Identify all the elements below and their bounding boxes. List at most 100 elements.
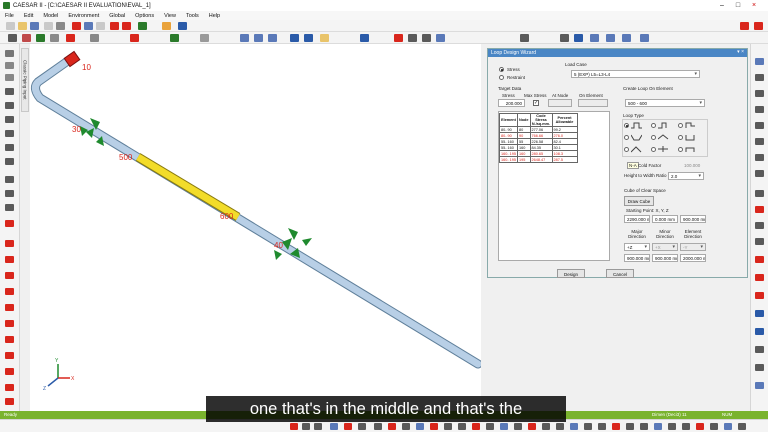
nozzle-flex-icon[interactable] bbox=[710, 423, 718, 430]
loop-type-radio-5[interactable] bbox=[651, 135, 656, 140]
show-displacements-icon[interactable] bbox=[755, 274, 764, 281]
cube-icon[interactable] bbox=[590, 34, 599, 42]
solid-view-icon[interactable] bbox=[640, 34, 649, 42]
maximize-button[interactable]: □ bbox=[730, 0, 746, 11]
grid-icon[interactable] bbox=[8, 34, 17, 42]
output-icon[interactable] bbox=[178, 22, 187, 30]
reset-view-icon[interactable] bbox=[360, 34, 369, 42]
valve-icon[interactable] bbox=[90, 34, 99, 42]
annotation-icon[interactable] bbox=[436, 34, 445, 42]
density-icon[interactable] bbox=[755, 170, 764, 177]
find-element-icon[interactable] bbox=[374, 423, 382, 430]
on-element-input[interactable] bbox=[578, 99, 608, 107]
show-wind-icon[interactable] bbox=[755, 328, 764, 335]
max-stress-checkbox[interactable]: ✓ bbox=[533, 100, 539, 106]
zoom-window-icon[interactable] bbox=[304, 34, 313, 42]
valve-flange-icon[interactable] bbox=[472, 423, 480, 430]
loop-type-radio-6[interactable] bbox=[678, 135, 683, 140]
previous-element-icon[interactable] bbox=[302, 423, 310, 430]
show-nozzles-icon[interactable] bbox=[755, 346, 764, 353]
distance-icon[interactable] bbox=[5, 88, 14, 95]
error-check-icon[interactable] bbox=[5, 220, 14, 227]
expansion-joint-db-icon[interactable] bbox=[486, 423, 494, 430]
major-dimension-input[interactable]: 900.000 mm bbox=[624, 254, 650, 262]
corrosion-icon[interactable] bbox=[755, 122, 764, 129]
menu-view[interactable]: View bbox=[159, 13, 181, 19]
wrc-icon[interactable] bbox=[570, 423, 578, 430]
flange-check-icon[interactable] bbox=[584, 423, 592, 430]
close-loop-icon[interactable] bbox=[402, 423, 410, 430]
start-x-input[interactable]: 2290.000 mm bbox=[624, 215, 650, 223]
b31g-icon[interactable] bbox=[598, 423, 606, 430]
text-icon[interactable] bbox=[422, 34, 431, 42]
delete-element-icon[interactable] bbox=[358, 423, 366, 430]
restraint-icon[interactable] bbox=[36, 34, 45, 42]
hanger-icon[interactable] bbox=[170, 34, 179, 42]
next-element-icon[interactable] bbox=[314, 423, 322, 430]
show-restraints-icon[interactable] bbox=[755, 206, 764, 213]
show-forces-icon[interactable] bbox=[755, 292, 764, 299]
element-icon[interactable] bbox=[22, 34, 31, 42]
spring-icon[interactable] bbox=[5, 352, 14, 359]
lengths-icon[interactable] bbox=[755, 74, 764, 81]
major-direction-select[interactable]: +Z bbox=[624, 243, 650, 251]
force-icon[interactable] bbox=[5, 288, 14, 295]
restraint-radio[interactable] bbox=[499, 75, 504, 80]
element-direction-select[interactable]: -Y bbox=[680, 243, 706, 251]
start-z-input[interactable]: 900.000 mm bbox=[680, 215, 706, 223]
report-icon[interactable] bbox=[5, 398, 14, 405]
uniform-load-icon[interactable] bbox=[5, 304, 14, 311]
range-icon[interactable] bbox=[5, 176, 14, 183]
break-icon[interactable] bbox=[5, 74, 14, 81]
copy-icon[interactable] bbox=[84, 22, 93, 30]
rotate-element-icon[interactable] bbox=[5, 144, 14, 151]
include-structure-icon[interactable] bbox=[500, 423, 508, 430]
menu-options[interactable]: Options bbox=[130, 13, 159, 19]
dialog-controls[interactable]: ▾ × bbox=[737, 49, 744, 55]
loop-type-radio-1[interactable] bbox=[624, 123, 629, 128]
load-case-icon[interactable] bbox=[5, 240, 14, 247]
convert-icon[interactable] bbox=[542, 423, 550, 430]
nema-icon[interactable] bbox=[738, 423, 746, 430]
new-file-icon[interactable] bbox=[6, 22, 15, 30]
side-tab-classic-input[interactable]: Classic Piping Input bbox=[21, 48, 29, 112]
api-icon[interactable] bbox=[724, 423, 732, 430]
redo-icon[interactable] bbox=[122, 22, 131, 30]
minimize-button[interactable]: – bbox=[714, 0, 730, 11]
temperature-icon[interactable] bbox=[755, 138, 764, 145]
view-front-icon[interactable] bbox=[240, 34, 249, 42]
turbine-icon[interactable] bbox=[626, 423, 634, 430]
node-icon[interactable] bbox=[5, 62, 14, 69]
batch-run-icon[interactable] bbox=[162, 22, 171, 30]
cursor-icon[interactable] bbox=[560, 34, 569, 42]
element-dimension-input[interactable]: 2000.000 mm bbox=[680, 254, 706, 262]
close-button[interactable]: × bbox=[746, 0, 762, 11]
show-uniform-loads-icon[interactable] bbox=[755, 310, 764, 317]
flange-icon[interactable] bbox=[200, 34, 209, 42]
global-coords-icon[interactable] bbox=[388, 423, 396, 430]
save-icon[interactable] bbox=[30, 22, 39, 30]
expansion-joint-icon[interactable] bbox=[130, 34, 139, 42]
rotate-icon[interactable] bbox=[574, 34, 583, 42]
node-numbers-icon[interactable] bbox=[755, 58, 764, 65]
undo-icon[interactable] bbox=[110, 22, 119, 30]
print-icon[interactable] bbox=[44, 22, 53, 30]
delete-icon[interactable] bbox=[394, 34, 403, 42]
allowable-icon[interactable] bbox=[5, 384, 14, 391]
material-icon[interactable] bbox=[5, 204, 14, 211]
invert-icon[interactable] bbox=[5, 158, 14, 165]
wall-thickness-icon[interactable] bbox=[755, 106, 764, 113]
offset-icon[interactable] bbox=[5, 102, 14, 109]
insert-element-icon[interactable] bbox=[344, 423, 352, 430]
select-icon[interactable] bbox=[408, 34, 417, 42]
units-icon[interactable] bbox=[528, 423, 536, 430]
menu-file[interactable]: File bbox=[0, 13, 19, 19]
pump-icon[interactable] bbox=[612, 423, 620, 430]
start-y-input[interactable]: 0.000 mm bbox=[652, 215, 678, 223]
vessel-icon[interactable] bbox=[682, 423, 690, 430]
design-button[interactable]: Design bbox=[557, 269, 585, 278]
exit-icon[interactable] bbox=[754, 22, 763, 30]
duplicate-icon[interactable] bbox=[5, 130, 14, 137]
show-hangers-icon[interactable] bbox=[755, 222, 764, 229]
list-icon[interactable] bbox=[5, 50, 14, 57]
